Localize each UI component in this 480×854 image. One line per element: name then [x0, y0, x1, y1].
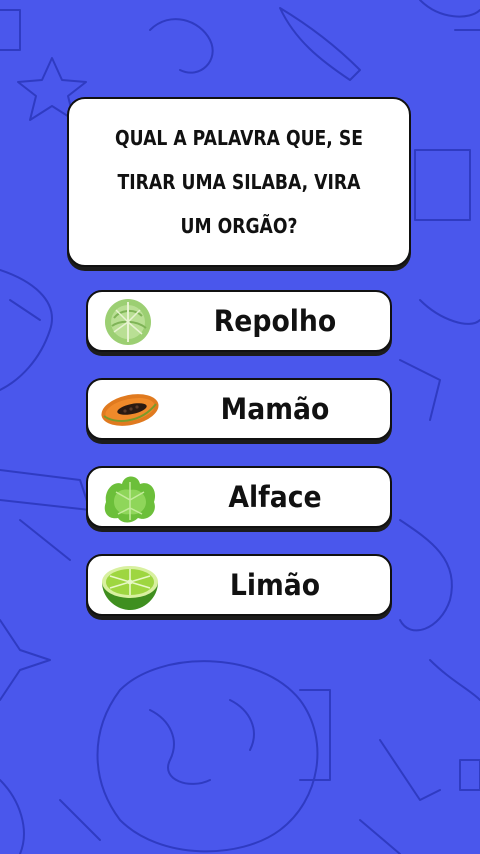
answer-option-mamao[interactable]: Mamão [86, 378, 392, 440]
lime-icon [102, 566, 158, 610]
answer-option-limao[interactable]: Limão [86, 554, 392, 616]
answer-option-label: Alface [228, 480, 322, 514]
answer-option-label: Mamão [220, 392, 330, 426]
question-card: QUAL A PALAVRA QUE, SE TIRAR UMA SILABA,… [67, 97, 411, 267]
papaya-icon [101, 394, 159, 426]
answer-option-label: Limão [229, 568, 321, 602]
answer-option-alface[interactable]: Alface [86, 466, 392, 528]
answer-option-repolho[interactable]: Repolho [86, 290, 392, 352]
answer-option-label: Repolho [213, 304, 337, 338]
cabbage-icon [105, 299, 151, 345]
lettuce-icon [104, 476, 156, 523]
question-text: QUAL A PALAVRA QUE, SE TIRAR UMA SILABA,… [115, 126, 363, 238]
